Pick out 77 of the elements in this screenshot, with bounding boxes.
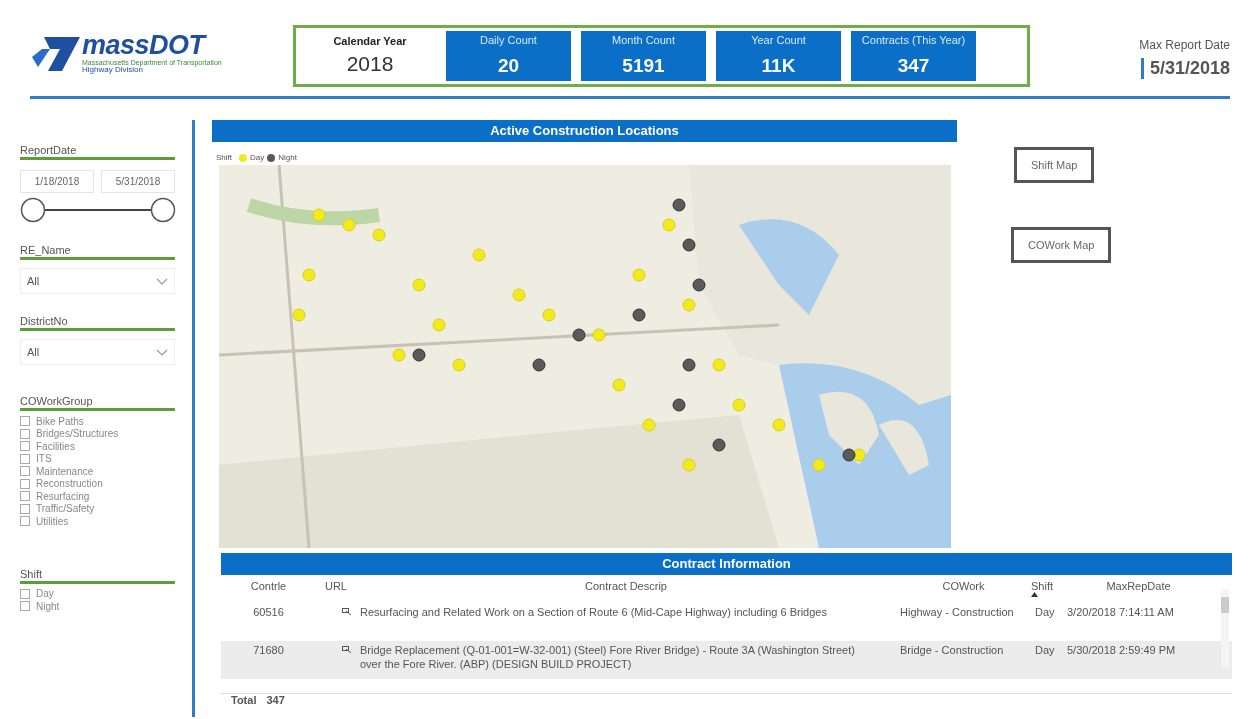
checkbox[interactable] xyxy=(20,466,30,477)
checkbox[interactable] xyxy=(20,453,30,464)
checkbox-label: Facilities xyxy=(36,440,75,452)
total-value: 347 xyxy=(266,694,285,706)
sort-icon xyxy=(1031,592,1038,597)
chevron-down-icon xyxy=(156,348,168,356)
column-header[interactable]: URL xyxy=(325,580,347,592)
table-cell-text: 71680 xyxy=(252,644,285,658)
table-cell-text: Bridge - Construction xyxy=(899,644,1005,658)
table-cell-text: 5/30/2018 2:59:49 PM xyxy=(1066,644,1177,658)
slicer-title: Shift xyxy=(20,567,175,584)
checkbox[interactable] xyxy=(20,416,30,427)
dropdown[interactable]: All xyxy=(20,268,175,294)
checkbox[interactable] xyxy=(20,441,30,452)
map-toggle-button[interactable]: Shift Map xyxy=(1014,147,1095,183)
link-icon[interactable] xyxy=(342,608,352,616)
table-cell-text: 3/20/2018 7:14:11 AM xyxy=(1066,606,1175,620)
checkbox[interactable] xyxy=(20,478,30,489)
logo-division: Highway Division xyxy=(82,66,143,74)
table-cell-text: Day xyxy=(1034,644,1056,658)
dropdown[interactable]: All xyxy=(20,339,175,365)
column-header[interactable]: MaxRepDate xyxy=(1106,580,1171,592)
checkbox-label: Reconstruction xyxy=(36,478,103,490)
table-cell-text: Bridge Replacement (Q-01-001=W-32-001) (Steel) Fore River Bridge) - Route 3A (Washington Street) over the Fore River. (ABP) (DESIGN BUILD PROJECT) xyxy=(359,644,856,672)
map-toggle-button[interactable]: COWork Map xyxy=(1011,227,1112,263)
table-title: Contract Information xyxy=(221,553,1232,575)
kpi-label: Calendar Year xyxy=(333,35,407,47)
chevron-down-icon xyxy=(156,277,168,285)
slicer-title: DistrictNo xyxy=(20,315,175,331)
checkbox-label: Night xyxy=(36,600,60,612)
kpi-value: 20 xyxy=(497,55,520,77)
table-cell-text: Highway - Construction xyxy=(899,606,1015,620)
checkbox[interactable] xyxy=(20,601,30,612)
checkbox-label: Maintenance xyxy=(36,465,94,477)
slicer-title: ReportDate xyxy=(20,144,175,160)
checkbox-label: Utilities xyxy=(36,515,69,527)
checkbox[interactable] xyxy=(20,588,30,599)
kpi-value: 347 xyxy=(897,55,930,77)
checkbox[interactable] xyxy=(20,428,30,439)
checkbox-label: Resurfacing xyxy=(36,490,90,502)
legend-label: Night xyxy=(278,153,297,162)
checkbox[interactable] xyxy=(20,516,30,527)
checkbox[interactable] xyxy=(20,503,30,514)
kpi-label: Month Count xyxy=(612,34,675,46)
slicer-title: RE_Name xyxy=(20,244,175,260)
max-report-date-value: 5/31/2018 xyxy=(1140,58,1230,79)
checkbox-label: Bridges/Structures xyxy=(36,428,119,440)
table-cell-text: Resurfacing and Related Work on a Section of Route 6 (Mid-Cape Highway) including 6 Bridges xyxy=(359,606,828,620)
link-icon[interactable] xyxy=(342,646,352,654)
column-header[interactable]: Shift xyxy=(1031,580,1053,592)
kpi-value: 11K xyxy=(761,55,796,77)
legend-title: Shift xyxy=(216,153,232,162)
date-range-slider[interactable] xyxy=(20,197,176,223)
logo-name: massDOT xyxy=(82,32,208,59)
checkbox[interactable] xyxy=(20,491,30,502)
end-date-field[interactable]: 5/31/2018 xyxy=(101,170,175,193)
table-cell-text: 60516 xyxy=(252,606,285,620)
max-report-date-label: Max Report Date xyxy=(1139,38,1230,52)
start-date-field[interactable]: 1/18/2018 xyxy=(20,170,94,193)
total-label: Total xyxy=(231,694,257,706)
table-cell-text: Day xyxy=(1034,606,1056,620)
column-header[interactable]: Contract Descrip xyxy=(585,580,667,592)
map-title: Active Construction Locations xyxy=(212,120,957,142)
slicer-title: COWorkGroup xyxy=(20,395,175,411)
checkbox-label: Bike Paths xyxy=(36,415,84,427)
scrollbar[interactable] xyxy=(1221,589,1229,667)
kpi-label: Year Count xyxy=(751,34,806,46)
kpi-value: 5191 xyxy=(622,55,665,77)
column-header[interactable]: Contrle xyxy=(250,580,287,592)
checkbox-label: ITS xyxy=(36,453,52,465)
kpi-value: 2018 xyxy=(346,52,394,76)
checkbox-label: Traffic/Safety xyxy=(36,503,95,515)
checkbox-label: Day xyxy=(36,588,54,600)
kpi-label: Daily Count xyxy=(480,34,537,46)
kpi-label: Contracts (This Year) xyxy=(861,34,966,46)
column-header[interactable]: COWork xyxy=(942,580,985,592)
legend-label: Day xyxy=(250,153,265,162)
